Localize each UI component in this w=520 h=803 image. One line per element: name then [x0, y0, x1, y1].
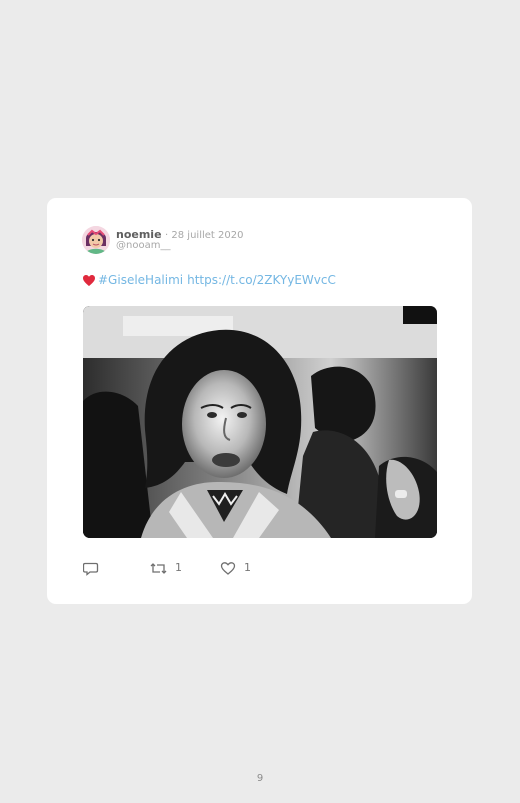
like-button[interactable]: 1 — [220, 558, 251, 578]
retweet-icon — [150, 562, 167, 574]
retweet-count: 1 — [175, 561, 182, 574]
tweet-card: noemie · 28 juillet 2020 @nooam__ #Gisel… — [47, 198, 472, 604]
reply-button[interactable] — [83, 558, 99, 578]
page-number: 9 — [256, 773, 264, 784]
avatar-illustration — [82, 226, 110, 254]
avatar[interactable] — [82, 226, 110, 254]
tweet-photo[interactable] — [83, 306, 437, 538]
tweet-text: #GiseleHalimi https://t.co/2ZKYyEWvcC — [82, 272, 336, 288]
url-link[interactable]: https://t.co/2ZKYyEWvcC — [187, 272, 336, 288]
black-and-white-portrait-image — [83, 306, 437, 538]
heart-emoji-icon — [83, 274, 95, 286]
retweet-button[interactable]: 1 — [150, 558, 182, 578]
author-handle[interactable]: @nooam__ — [116, 240, 170, 252]
hashtag-link[interactable]: #GiseleHalimi — [98, 272, 183, 288]
heart-outline-icon — [220, 561, 236, 575]
like-count: 1 — [244, 561, 251, 574]
comment-icon — [83, 562, 99, 576]
tweet-date[interactable]: 28 juillet 2020 — [171, 230, 243, 241]
